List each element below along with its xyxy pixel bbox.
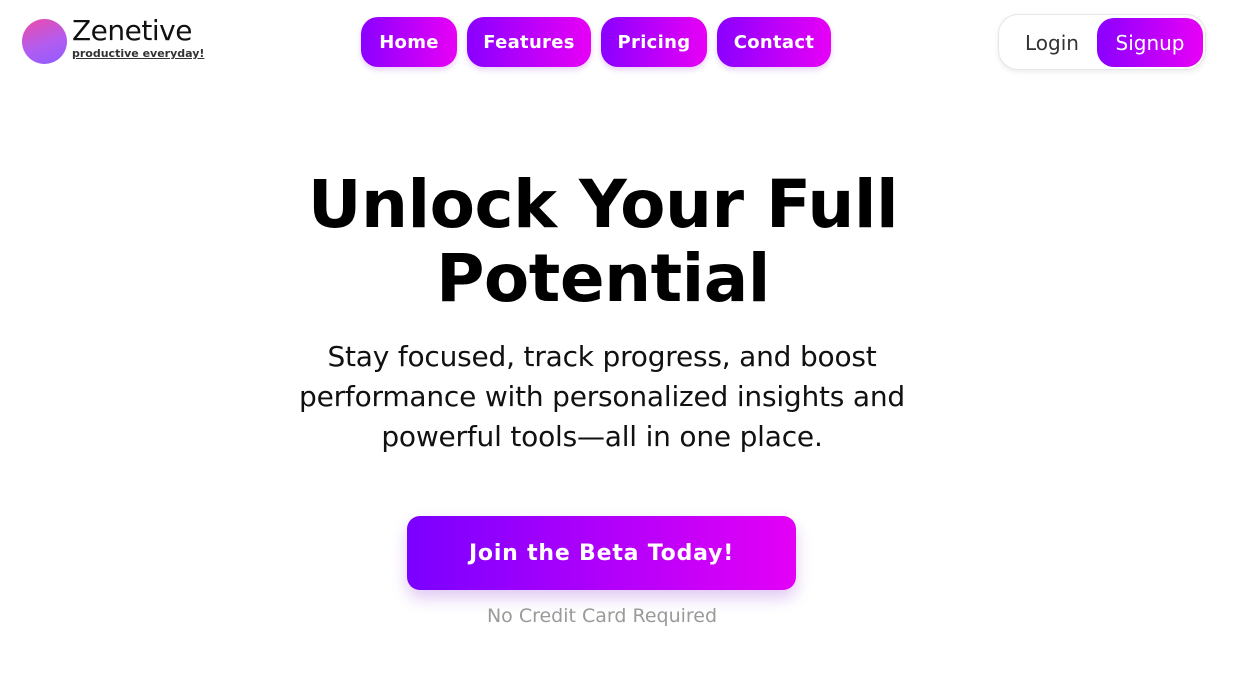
auth-box: Login Signup (998, 14, 1206, 70)
hero-title: Unlock Your Full Potential (228, 168, 978, 316)
signup-button[interactable]: Signup (1097, 18, 1203, 67)
logo-icon[interactable] (22, 19, 67, 64)
login-button[interactable]: Login (1007, 20, 1097, 66)
hero-title-line-1: Unlock Your Full (307, 166, 899, 243)
nav-features-button[interactable]: Features (467, 17, 591, 67)
hero-subtitle: Stay focused, track progress, and boost … (299, 340, 905, 453)
nav-contact-button[interactable]: Contact (717, 17, 831, 67)
hero-title-line-2: Potential (436, 240, 770, 317)
brand-name[interactable]: Zenetive (72, 14, 192, 48)
no-credit-card-note: No Credit Card Required (486, 605, 718, 627)
nav-pricing-button[interactable]: Pricing (601, 17, 707, 67)
nav-home-button[interactable]: Home (361, 17, 457, 67)
brand-tagline: productive everyday! (72, 47, 205, 60)
join-beta-button[interactable]: Join the Beta Today! (407, 516, 796, 590)
